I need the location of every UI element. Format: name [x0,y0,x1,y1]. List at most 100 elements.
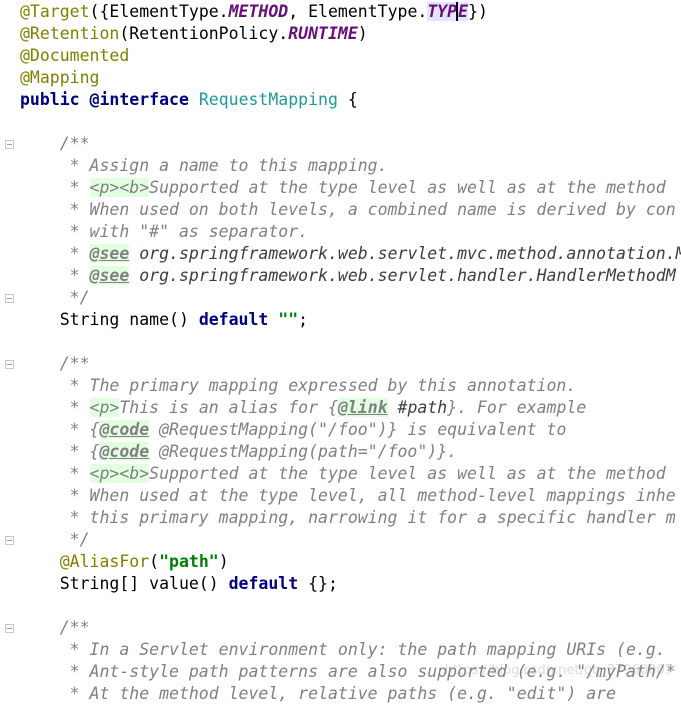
code-line[interactable]: * {@code @RequestMapping(path="/foo")}. [20,441,681,463]
code-line[interactable] [20,111,681,133]
code-line[interactable]: @Target({ElementType.METHOD, ElementType… [20,1,681,23]
code-token: */ [20,288,90,307]
code-line[interactable]: */ [20,529,681,551]
code-token: @code [99,420,150,439]
code-token: * with "#" as separator. [20,222,309,241]
code-token: <p><b> [89,178,150,197]
code-token: org.springframework.web.servlet.mvc.meth… [129,244,681,263]
code-line[interactable]: * {@code @RequestMapping("/foo")} is equ… [20,419,681,441]
code-token: @code [99,442,150,461]
code-token: /** [20,134,90,153]
code-token: @RequestMapping("/foo")} is equivalent t… [149,420,567,439]
code-token: org.springframework.web.servlet.handler.… [129,266,676,285]
watermark: https://blog.csdn.net/qq_37960007 [444,663,673,678]
code-token: <p> [89,398,120,417]
code-token: public [20,90,90,109]
code-token: default [228,574,309,593]
code-token: {}; [308,574,338,593]
code-line[interactable]: @Retention(RetentionPolicy.RUNTIME) [20,23,681,45]
code-line[interactable]: * with "#" as separator. [20,221,681,243]
code-line[interactable] [20,331,681,353]
code-line[interactable]: String[] value() default {}; [20,573,681,595]
code-line[interactable]: /** [20,133,681,155]
code-token: @Retention [20,24,120,43]
code-line[interactable]: * this primary mapping, narrowing it for… [20,507,681,529]
code-line[interactable]: * <p>This is an alias for {@link #path}.… [20,397,681,419]
code-line[interactable]: * <p><b>Supported at the type level as w… [20,463,681,485]
code-token: * [20,266,90,285]
code-token: <p><b> [89,464,150,483]
code-token: /** [20,354,90,373]
code-token: @see [89,244,130,263]
code-token: @link [337,398,388,417]
code-token: * [20,178,90,197]
code-token: @AliasFor [59,552,150,571]
code-token: * When used on both levels, a combined n… [20,200,676,219]
code-token: , ElementType. [288,2,428,21]
code-token: * In a Servlet environment only: the pat… [20,640,676,659]
code-token: ({ElementType. [89,2,229,21]
code-line[interactable] [20,595,681,617]
code-token: * [20,398,90,417]
code-token: ; [298,310,309,329]
code-line[interactable]: * @see org.springframework.web.servlet.m… [20,243,681,265]
code-line[interactable]: * The primary mapping expressed by this … [20,375,681,397]
code-token: @interface [89,90,199,109]
code-line[interactable]: @AliasFor("path") [20,551,681,573]
editor-gutter [0,0,18,688]
code-line[interactable]: /** [20,617,681,639]
code-token: METHOD [228,2,289,21]
code-token: This is an alias for { [119,398,338,417]
fold-toggle-icon[interactable] [5,294,14,303]
code-line[interactable]: * When used on both levels, a combined n… [20,199,681,221]
code-token: ( [149,552,160,571]
code-token: E [456,2,469,21]
fold-toggle-icon[interactable] [5,624,14,633]
code-line[interactable]: /** [20,353,681,375]
fold-toggle-icon[interactable] [5,140,14,149]
code-token: * { [20,420,100,439]
code-token: #path [387,398,448,417]
code-token: * Assign a name to this mapping. [20,156,388,175]
code-line[interactable]: @Documented [20,45,681,67]
code-token: * { [20,442,100,461]
code-token: @Target [20,2,90,21]
code-line[interactable]: * In a Servlet environment only: the pat… [20,639,681,661]
code-token: RUNTIME [288,24,358,43]
code-token: ) [357,24,368,43]
code-token: @see [89,266,130,285]
code-token: Supported at the type level as well as a… [149,464,666,483]
code-token: * The primary mapping expressed by this … [20,376,577,395]
code-token: TYP [427,2,458,21]
code-token: @RequestMapping(path="/foo")}. [149,442,458,461]
code-token: * [20,244,90,263]
code-token: default [198,310,279,329]
code-token: @Mapping [20,68,100,87]
code-token: * [20,464,90,483]
code-line[interactable]: * At the method level, relative paths (e… [20,683,681,705]
code-line[interactable]: public @interface RequestMapping { [20,89,681,111]
code-line[interactable]: * When used at the type level, all metho… [20,485,681,507]
code-token: @Documented [20,46,130,65]
code-token: }. For example [447,398,587,417]
code-token: * At the method level, relative paths (e… [20,684,617,703]
code-token: * When used at the type level, all metho… [20,486,676,505]
code-token: String[] value() [20,574,229,593]
code-line[interactable]: @Mapping [20,67,681,89]
code-line[interactable]: * @see org.springframework.web.servlet.h… [20,265,681,287]
code-line[interactable]: String name() default ""; [20,309,681,331]
code-token: }) [468,2,488,21]
code-token: "path" [159,552,219,571]
code-token: "" [278,310,299,329]
fold-toggle-icon[interactable] [5,536,14,545]
code-token: (RetentionPolicy. [119,24,289,43]
code-line[interactable]: */ [20,287,681,309]
code-token: String name() [20,310,199,329]
code-editor[interactable]: @Target({ElementType.METHOD, ElementType… [20,1,681,705]
code-line[interactable]: * <p><b>Supported at the type level as w… [20,177,681,199]
code-line[interactable]: * Assign a name to this mapping. [20,155,681,177]
fold-toggle-icon[interactable] [5,360,14,369]
code-token: /** [20,618,90,637]
code-token: Supported at the type level as well as a… [149,178,666,197]
